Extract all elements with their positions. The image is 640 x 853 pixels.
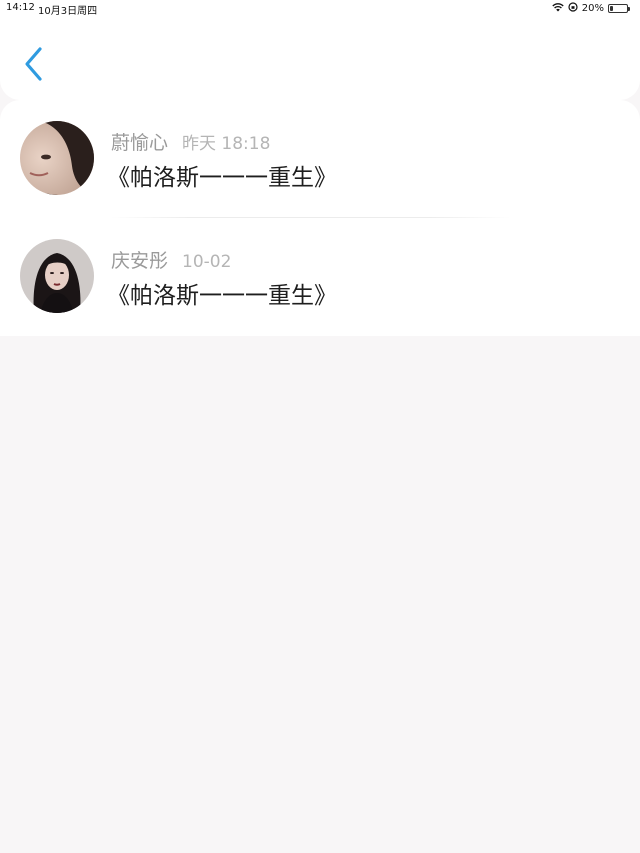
- battery-fill: [610, 6, 613, 11]
- item-title: 《帕洛斯一一一重生》: [107, 283, 337, 309]
- avatar[interactable]: [20, 121, 94, 195]
- timestamp: 昨天 18:18: [182, 134, 271, 154]
- wifi-icon: [552, 2, 564, 15]
- status-indicators: 20%: [552, 2, 630, 15]
- item-meta: 庆安彤 10-02: [111, 246, 231, 273]
- message-list: 蔚愉心 昨天 18:18 《帕洛斯一一一重生》 庆安彤 10-02 《帕洛斯一一一重…: [0, 100, 640, 336]
- sender-name: 蔚愉心: [111, 132, 169, 154]
- item-title: 《帕洛斯一一一重生》: [107, 165, 337, 191]
- list-item[interactable]: 蔚愉心 昨天 18:18 《帕洛斯一一一重生》: [0, 100, 640, 218]
- orientation-lock-icon: [568, 2, 578, 15]
- sender-name: 庆安彤: [111, 250, 169, 272]
- timestamp: 10-02: [182, 252, 232, 272]
- list-item[interactable]: 庆安彤 10-02 《帕洛斯一一一重生》: [0, 218, 640, 336]
- item-meta: 蔚愉心 昨天 18:18: [111, 128, 270, 155]
- chevron-left-icon: [25, 47, 42, 81]
- status-bar: 14:12 10月3日周四 20%: [0, 0, 640, 17]
- status-time: 14:12: [6, 2, 35, 13]
- battery-percent: 20%: [581, 3, 604, 14]
- avatar[interactable]: [20, 239, 94, 313]
- back-button[interactable]: [20, 46, 48, 82]
- status-date: 10月3日周四: [38, 6, 98, 17]
- battery-icon: [608, 4, 630, 13]
- nav-bar: [0, 16, 640, 100]
